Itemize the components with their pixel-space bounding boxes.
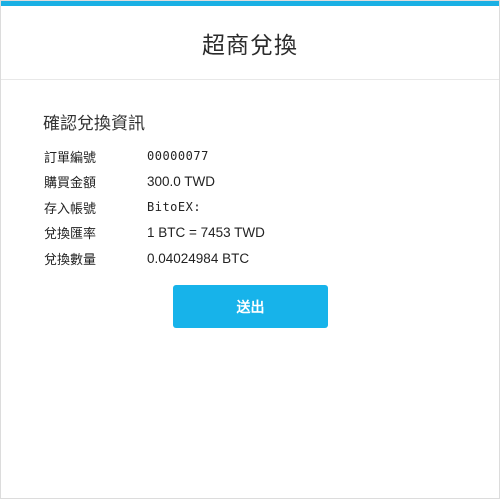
info-row-exchange-rate: 兌換匯率 1 BTC = 7453 TWD bbox=[44, 222, 265, 242]
deposit-account-value: BitoEX: bbox=[147, 200, 202, 214]
purchase-amount-value: 300.0 TWD bbox=[147, 173, 216, 189]
order-number-label: 訂單編號 bbox=[44, 150, 97, 166]
submit-button[interactable]: 送出 bbox=[173, 285, 328, 328]
exchange-quantity-value: 0.04024984 BTC bbox=[147, 250, 250, 266]
deposit-account-label: 存入帳號 bbox=[44, 201, 97, 217]
exchange-quantity-label: 兌換數量 bbox=[44, 252, 97, 268]
info-row-exchange-quantity: 兌換數量 0.04024984 BTC bbox=[44, 248, 249, 268]
info-row-deposit-account: 存入帳號 BitoEX: bbox=[44, 197, 201, 217]
page-title: 超商兌換 bbox=[202, 32, 298, 59]
order-number-value: 00000077 bbox=[147, 149, 209, 163]
exchange-rate-value: 1 BTC = 7453 TWD bbox=[147, 224, 265, 240]
info-row-order-number: 訂單編號 00000077 bbox=[44, 146, 209, 166]
purchase-amount-label: 購買金額 bbox=[44, 175, 97, 191]
confirm-section-title: 確認兌換資訊 bbox=[43, 114, 145, 134]
header: 超商兌換 bbox=[1, 6, 499, 80]
page-frame: 超商兌換 確認兌換資訊 訂單編號 00000077 購買金額 300.0 TWD… bbox=[0, 0, 500, 499]
exchange-rate-label: 兌換匯率 bbox=[44, 226, 97, 242]
info-row-purchase-amount: 購買金額 300.0 TWD bbox=[44, 171, 215, 191]
